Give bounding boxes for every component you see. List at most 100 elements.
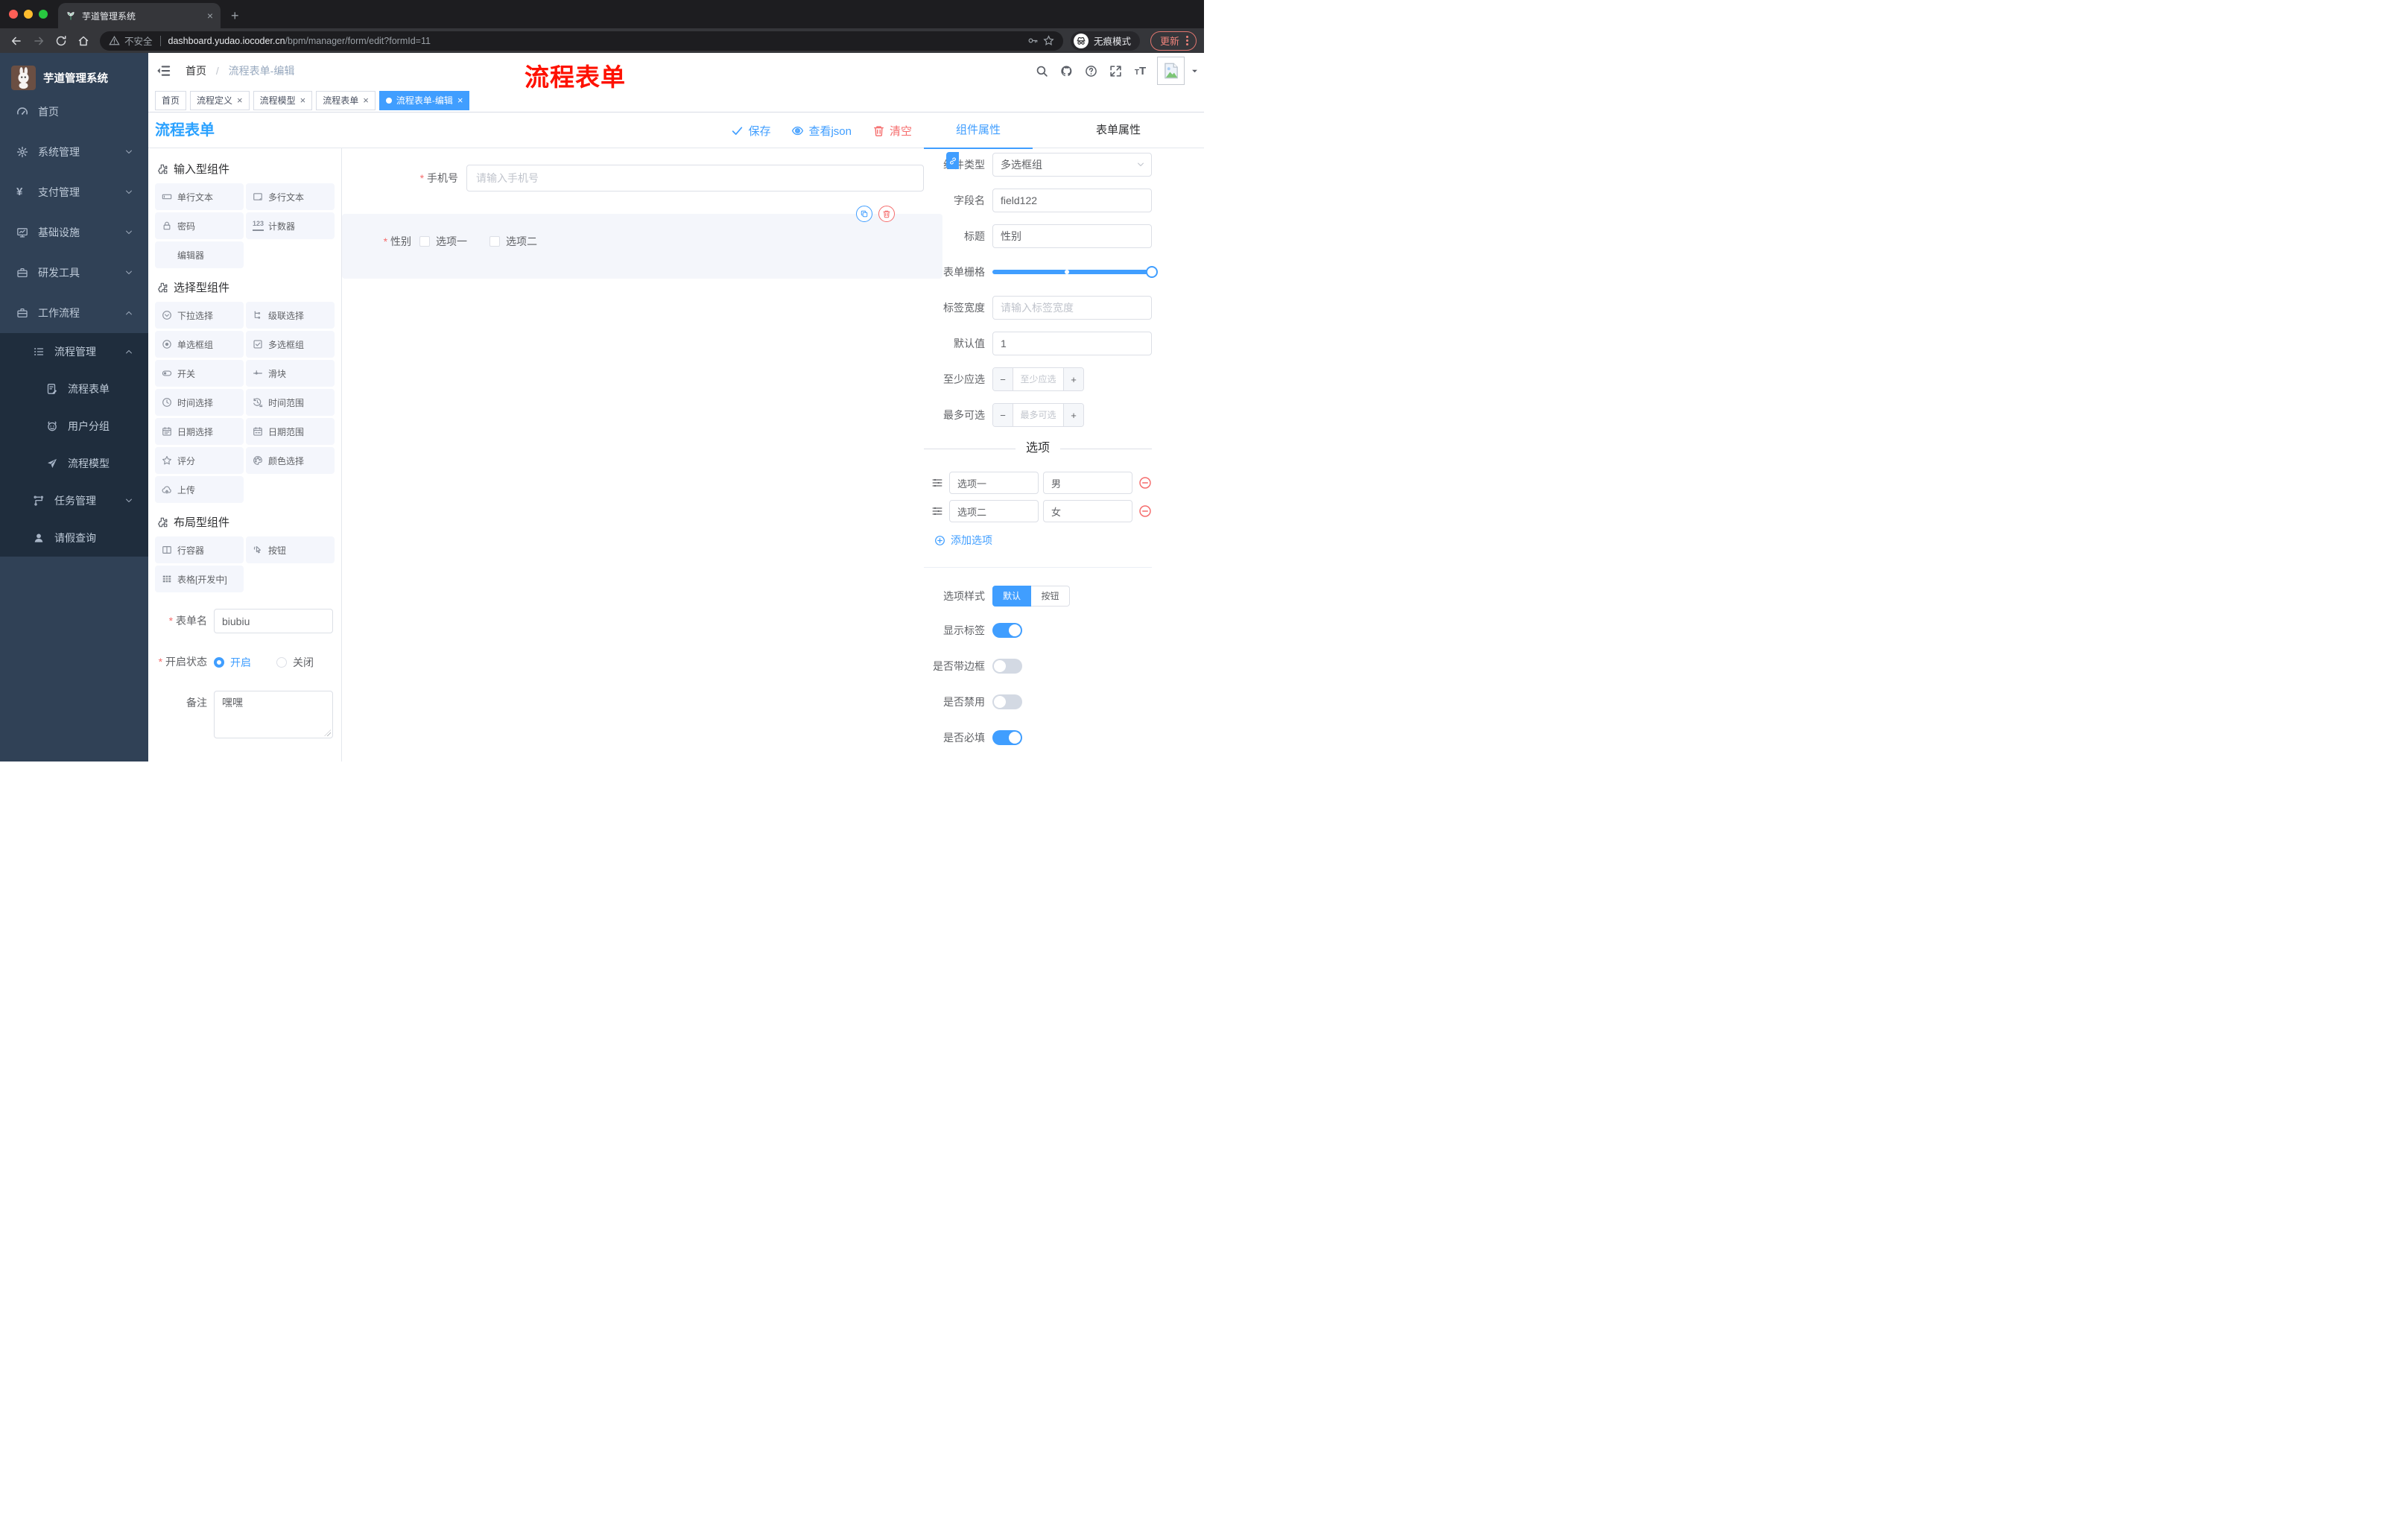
component-chip-计数器[interactable]: 123 计数器 xyxy=(246,212,335,239)
view-json-button[interactable]: 查看json xyxy=(791,123,852,139)
browser-tab[interactable]: 芋道管理系统 × xyxy=(58,3,221,28)
min-select-stepper[interactable]: − + xyxy=(992,367,1084,391)
increase-button[interactable]: + xyxy=(1063,368,1083,390)
close-window-button[interactable] xyxy=(9,10,18,19)
checkbox-icon[interactable] xyxy=(489,236,500,247)
radio-off-label[interactable]: 关闭 xyxy=(293,655,314,670)
checkbox-option-1[interactable]: 选项一 xyxy=(419,234,467,249)
option-label-input[interactable] xyxy=(949,500,1039,522)
breadcrumb-home[interactable]: 首页 xyxy=(186,65,206,77)
decrease-button[interactable]: − xyxy=(993,368,1013,390)
sidebar-item-工作流程[interactable]: 工作流程 xyxy=(0,293,148,333)
component-chip-评分[interactable]: 评分 xyxy=(155,447,244,474)
sidebar-item-流程表单[interactable]: 流程表单 xyxy=(0,370,148,408)
sidebar-item-研发工具[interactable]: 研发工具 xyxy=(0,253,148,293)
component-chip-下拉选择[interactable]: 下拉选择 xyxy=(155,302,244,329)
slider-handle[interactable] xyxy=(1146,266,1158,278)
save-button[interactable]: 保存 xyxy=(731,123,770,139)
font-size-icon[interactable]: TT xyxy=(1128,53,1153,89)
bookmark-star-icon[interactable] xyxy=(1043,35,1054,46)
component-chip-时间选择[interactable]: 时间选择 xyxy=(155,389,244,416)
sidebar-item-基础设施[interactable]: 基础设施 xyxy=(0,212,148,253)
tag-close-icon[interactable]: × xyxy=(457,95,463,106)
key-icon[interactable] xyxy=(1027,35,1039,46)
phone-field-row[interactable]: 手机号 xyxy=(342,165,924,191)
component-chip-开关[interactable]: 开关 xyxy=(155,360,244,387)
component-chip-按钮[interactable]: 按钮 xyxy=(246,536,335,563)
component-chip-日期范围[interactable]: 日期范围 xyxy=(246,418,335,445)
copy-component-button[interactable] xyxy=(856,206,872,222)
home-icon[interactable] xyxy=(75,32,92,50)
tag-流程表单-编辑[interactable]: 流程表单-编辑 × xyxy=(378,90,470,110)
component-chip-单选框组[interactable]: 单选框组 xyxy=(155,331,244,358)
option-value-input[interactable] xyxy=(1043,500,1132,522)
update-button[interactable]: 更新 xyxy=(1150,31,1197,51)
max-select-input[interactable] xyxy=(1013,404,1063,426)
remove-option-icon[interactable] xyxy=(1138,504,1152,518)
tag-close-icon[interactable]: × xyxy=(300,95,306,106)
form-name-input[interactable] xyxy=(214,609,333,633)
component-chip-滑块[interactable]: 滑块 xyxy=(246,360,335,387)
delete-component-button[interactable] xyxy=(878,206,895,222)
github-icon[interactable] xyxy=(1054,53,1079,89)
toggle-switch-是否禁用[interactable] xyxy=(992,694,1022,709)
checkbox-icon[interactable] xyxy=(419,236,430,247)
component-chip-上传[interactable]: 上传 xyxy=(155,476,244,503)
max-select-stepper[interactable]: − + xyxy=(992,403,1084,427)
component-chip-日期选择[interactable]: 日期选择 xyxy=(155,418,244,445)
security-label[interactable]: 不安全 xyxy=(124,34,153,48)
minimize-window-button[interactable] xyxy=(24,10,33,19)
grid-slider[interactable] xyxy=(992,266,1158,278)
decrease-button[interactable]: − xyxy=(993,404,1013,426)
sidebar-item-任务管理[interactable]: 任务管理 xyxy=(0,482,148,519)
back-icon[interactable] xyxy=(7,32,25,50)
tab-form-props[interactable]: 表单属性 xyxy=(1033,113,1204,148)
sidebar-item-用户分组[interactable]: 用户分组 xyxy=(0,408,148,445)
link-anchor-tab[interactable] xyxy=(946,152,959,169)
drag-handle-icon[interactable] xyxy=(931,477,943,489)
avatar-caret-icon[interactable] xyxy=(1185,53,1204,89)
radio-on-label[interactable]: 开启 xyxy=(230,655,251,670)
tag-流程模型[interactable]: 流程模型 × xyxy=(253,90,313,110)
component-chip-编辑器[interactable]: 编辑器 xyxy=(155,241,244,268)
reload-icon[interactable] xyxy=(52,32,70,50)
add-option-button[interactable]: 添加选项 xyxy=(934,531,1152,549)
tab-component-props[interactable]: 组件属性 xyxy=(924,113,1033,149)
component-chip-级联选择[interactable]: 级联选择 xyxy=(246,302,335,329)
tab-close-icon[interactable]: × xyxy=(207,10,213,22)
component-chip-时间范围[interactable]: 时间范围 xyxy=(246,389,335,416)
label-width-input[interactable] xyxy=(992,296,1152,320)
component-type-select[interactable]: 多选框组 xyxy=(992,153,1152,177)
window-controls[interactable] xyxy=(0,0,58,28)
fullscreen-icon[interactable] xyxy=(1103,53,1128,89)
component-chip-颜色选择[interactable]: 颜色选择 xyxy=(246,447,335,474)
user-avatar[interactable] xyxy=(1157,57,1185,85)
component-chip-表格[开发中][interactable]: 表格[开发中] xyxy=(155,566,244,592)
sidebar-item-流程管理[interactable]: 流程管理 xyxy=(0,333,148,370)
collapse-sidebar-icon[interactable] xyxy=(156,63,171,78)
checkbox-option-2[interactable]: 选项二 xyxy=(489,234,537,249)
title-input[interactable] xyxy=(992,224,1152,248)
sidebar-item-请假查询[interactable]: 请假查询 xyxy=(0,519,148,557)
tag-close-icon[interactable]: × xyxy=(237,95,243,106)
sidebar-item-流程模型[interactable]: 流程模型 xyxy=(0,445,148,482)
maximize-window-button[interactable] xyxy=(39,10,48,19)
sidebar-item-支付管理[interactable]: ¥ 支付管理 xyxy=(0,172,148,212)
style-default-button[interactable]: 默认 xyxy=(992,586,1031,607)
component-chip-密码[interactable]: 密码 xyxy=(155,212,244,239)
component-chip-单行文本[interactable]: 单行文本 xyxy=(155,183,244,210)
toggle-switch-显示标签[interactable] xyxy=(992,623,1022,638)
option-value-input[interactable] xyxy=(1043,472,1132,494)
selected-component-gender[interactable]: 性别 选项一 选项二 xyxy=(342,206,942,279)
radio-off[interactable] xyxy=(276,656,287,668)
toggle-switch-是否必填[interactable] xyxy=(992,730,1022,745)
form-canvas[interactable]: 手机号 性别 选项一 选项二 xyxy=(342,148,942,762)
new-tab-button[interactable]: + xyxy=(231,8,239,24)
tag-首页[interactable]: 首页 xyxy=(155,90,187,110)
default-value-input[interactable] xyxy=(992,332,1152,355)
component-chip-多选框组[interactable]: 多选框组 xyxy=(246,331,335,358)
style-button-button[interactable]: 按钮 xyxy=(1031,586,1070,607)
min-select-input[interactable] xyxy=(1013,368,1063,390)
component-chip-多行文本[interactable]: 多行文本 xyxy=(246,183,335,210)
tag-close-icon[interactable]: × xyxy=(363,95,369,106)
